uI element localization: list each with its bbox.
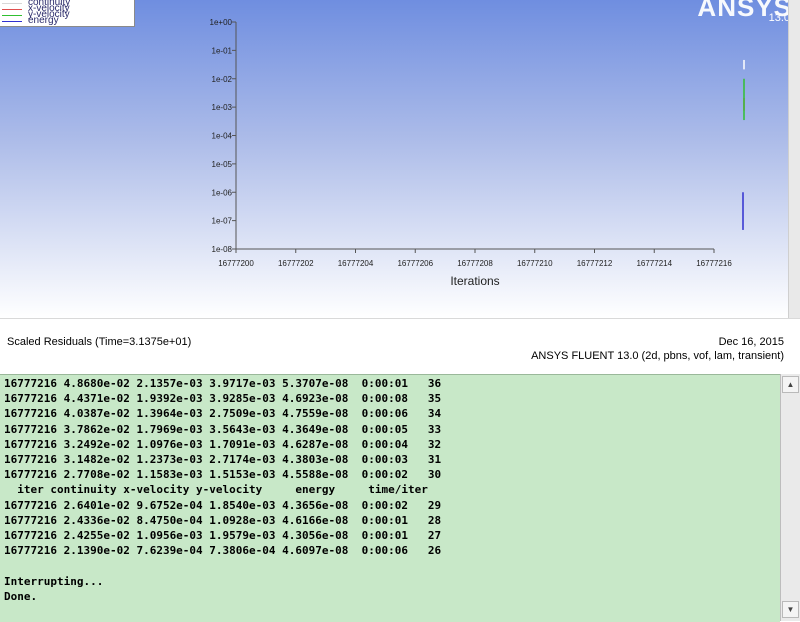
residuals-chart: 1e+00 1e-01 1e-02 1e-03 1e-04 1e-05 1e-06 1e-07… bbox=[210, 18, 745, 288]
console-line: 16777216 3.7862e-02 1.7969e-03 3.5643e-0… bbox=[4, 422, 442, 436]
console-output[interactable]: 16777216 4.8680e-02 2.1357e-03 3.9717e-0… bbox=[0, 374, 780, 622]
y-tick-label: 1e-07 bbox=[212, 217, 233, 226]
console-line: Interrupting... bbox=[4, 574, 104, 588]
console-line: Done. bbox=[4, 589, 38, 603]
console-line: 16777216 2.4336e-02 8.4750e-04 1.0928e-0… bbox=[4, 513, 442, 527]
y-tick-label: 1e+00 bbox=[210, 18, 233, 27]
y-tick-label: 1e-06 bbox=[212, 188, 233, 197]
console-line: 16777216 2.6401e-02 9.6752e-04 1.8540e-0… bbox=[4, 498, 442, 512]
y-tick-label: 1e-04 bbox=[212, 132, 233, 141]
scroll-up-icon[interactable]: ▲ bbox=[782, 376, 799, 393]
console-text: 16777216 4.8680e-02 2.1357e-03 3.9717e-0… bbox=[4, 376, 441, 604]
plot-date: Dec 16, 2015 bbox=[718, 336, 784, 348]
y-tick-label: 1e-08 bbox=[212, 245, 233, 254]
console-line: 16777216 2.4255e-02 1.0956e-03 1.9579e-0… bbox=[4, 529, 442, 543]
console-line: 16777216 4.8680e-02 2.1357e-03 3.9717e-0… bbox=[4, 377, 442, 390]
console-line: 16777216 2.1390e-02 7.6239e-04 7.3806e-0… bbox=[4, 544, 442, 558]
solver-version-label: ANSYS FLUENT 13.0 (2d, pbns, vof, lam, t… bbox=[531, 350, 784, 362]
console-line: 16777216 3.2492e-02 1.0976e-03 1.7091e-0… bbox=[4, 437, 442, 451]
plot-title: Scaled Residuals (Time=3.1375e+01) bbox=[7, 336, 192, 348]
x-tick-label: 16777202 bbox=[278, 259, 314, 268]
console-scrollbar[interactable]: ▲ ▼ bbox=[780, 374, 800, 621]
console-line: 16777216 3.1482e-02 1.2373e-03 2.7174e-0… bbox=[4, 453, 442, 467]
x-tick-label: 16777206 bbox=[397, 259, 433, 268]
console-line: iter continuity x-velocity y-velocity en… bbox=[4, 483, 428, 497]
residuals-plot-area: continuity x-velocity y-velocity energy ANS… bbox=[0, 0, 800, 318]
scroll-down-icon[interactable]: ▼ bbox=[782, 601, 799, 618]
console-line: 16777216 4.4371e-02 1.9392e-03 3.9285e-0… bbox=[4, 392, 442, 406]
y-tick-label: 1e-01 bbox=[212, 46, 233, 55]
y-tick-label: 1e-03 bbox=[212, 103, 233, 112]
x-tick-label: 16777204 bbox=[338, 259, 374, 268]
x-tick-label: 16777200 bbox=[218, 259, 254, 268]
x-tick-label: 16777210 bbox=[517, 259, 553, 268]
console-line: 16777216 2.7708e-02 1.1583e-03 1.5153e-0… bbox=[4, 468, 442, 482]
y-tick-label: 1e-05 bbox=[212, 160, 233, 169]
y-tick-label: 1e-02 bbox=[212, 75, 233, 84]
x-axis-label: Iterations bbox=[450, 274, 499, 288]
graphics-scrollbar[interactable] bbox=[788, 0, 800, 318]
x-tick-label: 16777212 bbox=[577, 259, 613, 268]
console-line: 16777216 4.0387e-02 1.3964e-03 2.7509e-0… bbox=[4, 407, 442, 421]
x-tick-label: 16777208 bbox=[457, 259, 493, 268]
x-tick-label: 16777216 bbox=[696, 259, 732, 268]
x-tick-label: 16777214 bbox=[636, 259, 672, 268]
plot-info-bar: Scaled Residuals (Time=3.1375e+01) Dec 1… bbox=[0, 318, 800, 375]
